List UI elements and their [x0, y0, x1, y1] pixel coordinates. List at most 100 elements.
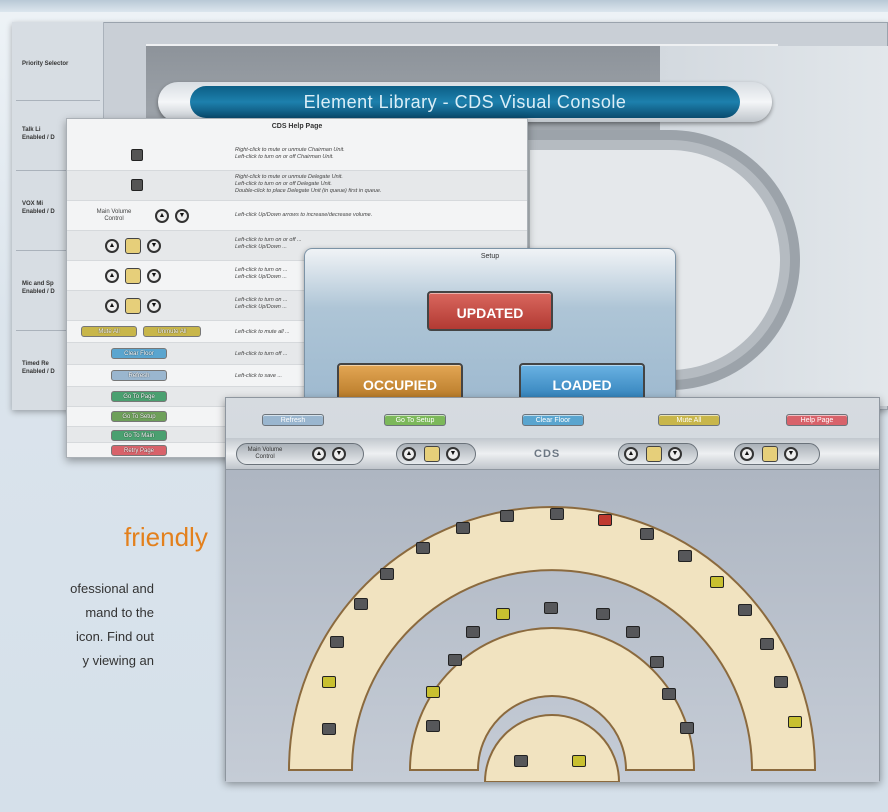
- up-icon[interactable]: ▲: [624, 447, 638, 461]
- delegate-mic-icon[interactable]: [650, 656, 664, 668]
- main-volume-label: Main Volume Control: [96, 209, 132, 222]
- refresh-button[interactable]: Refresh: [262, 414, 324, 426]
- delegate-mic-icon[interactable]: [456, 522, 470, 534]
- help-desc: Right-click to mute or unmute Delegate U…: [235, 174, 382, 194]
- chairman-mic-icon[interactable]: [598, 514, 612, 526]
- vox-sub: Enabled / D: [22, 209, 55, 215]
- down-icon[interactable]: ▼: [668, 447, 682, 461]
- up-icon[interactable]: ▲: [105, 269, 119, 283]
- delegate-mic-icon[interactable]: [466, 626, 480, 638]
- down-icon[interactable]: ▼: [147, 239, 161, 253]
- up-icon[interactable]: ▲: [402, 447, 416, 461]
- delegate-mic-icon[interactable]: [426, 720, 440, 732]
- delegate-mic-icon[interactable]: [738, 604, 752, 616]
- clear-floor-button[interactable]: Clear Floor: [522, 414, 584, 426]
- delegate-mic-icon[interactable]: [354, 598, 368, 610]
- delegate-mic-icon[interactable]: [380, 568, 394, 580]
- down-icon[interactable]: ▼: [147, 299, 161, 313]
- mute-all-button[interactable]: Mute All: [81, 326, 137, 337]
- list-icon[interactable]: [125, 298, 141, 314]
- pattern-icon[interactable]: [125, 268, 141, 284]
- help-row-chairman: Right-click to mute or unmute Chairman U…: [67, 141, 527, 171]
- talk-limit-text: Talk Li: [22, 127, 41, 133]
- wave-icon[interactable]: [646, 446, 662, 462]
- mic-speaker-sub: Enabled / D: [22, 289, 55, 295]
- timed-text: Timed Re: [22, 361, 49, 367]
- window-title: Element Library - CDS Visual Console: [190, 86, 740, 118]
- help-page-title: CDS Help Page: [271, 123, 323, 130]
- clear-floor-button[interactable]: Clear Floor: [111, 348, 167, 359]
- volume-up-icon[interactable]: ▲: [155, 209, 169, 223]
- marketing-heading: friendly: [124, 522, 208, 552]
- vox-text: VOX Mi: [22, 201, 44, 207]
- mic-speaker-text: Mic and Sp: [22, 281, 54, 287]
- delegate-mic-icon[interactable]: [640, 528, 654, 540]
- marketing-line: y viewing an: [82, 653, 154, 668]
- go-to-page-button[interactable]: Go To Page: [111, 391, 167, 402]
- wave-icon[interactable]: [125, 238, 141, 254]
- volume-up-icon[interactable]: ▲: [312, 447, 326, 461]
- down-icon[interactable]: ▼: [147, 269, 161, 283]
- center-arc: [483, 714, 621, 782]
- go-to-setup-button[interactable]: Go To Setup: [384, 414, 446, 426]
- delegate-mic-icon[interactable]: [330, 636, 344, 648]
- pattern-icon[interactable]: [424, 446, 440, 462]
- cds-label: CDS: [534, 448, 561, 460]
- help-row-delegate: Right-click to mute or unmute Delegate U…: [67, 171, 527, 201]
- delegate-mic-icon[interactable]: [448, 654, 462, 666]
- delegate-mic-icon[interactable]: [760, 638, 774, 650]
- marketing-line: ofessional and: [70, 581, 154, 596]
- delegate-mic-icon[interactable]: [131, 179, 143, 191]
- volume-down-icon[interactable]: ▼: [332, 447, 346, 461]
- delegate-mic-icon[interactable]: [596, 608, 610, 620]
- help-page-button[interactable]: Help Page: [786, 414, 848, 426]
- delegate-mic-icon[interactable]: [322, 676, 336, 688]
- delegate-mic-icon[interactable]: [500, 510, 514, 522]
- delegate-mic-icon[interactable]: [572, 755, 586, 767]
- delegate-mic-icon[interactable]: [426, 686, 440, 698]
- retry-page-button[interactable]: Retry Page: [111, 445, 167, 456]
- up-icon[interactable]: ▲: [105, 299, 119, 313]
- chairman-mic-icon[interactable]: [131, 149, 143, 161]
- up-icon[interactable]: ▲: [105, 239, 119, 253]
- priority-selector-label[interactable]: Priority Selector: [12, 60, 104, 68]
- divider: [16, 100, 100, 101]
- list-icon[interactable]: [762, 446, 778, 462]
- volume-down-icon[interactable]: ▼: [175, 209, 189, 223]
- mute-all-button[interactable]: Mute All: [658, 414, 720, 426]
- delegate-mic-icon[interactable]: [496, 608, 510, 620]
- delegate-mic-icon[interactable]: [788, 716, 802, 728]
- marketing-line: mand to the: [85, 605, 154, 620]
- main-volume-label: Main Volume Control: [247, 447, 283, 460]
- delegate-mic-icon[interactable]: [710, 576, 724, 588]
- delegate-mic-icon[interactable]: [774, 676, 788, 688]
- refresh-button[interactable]: Refresh: [111, 370, 167, 381]
- delegate-mic-icon[interactable]: [550, 508, 564, 520]
- help-desc: Left-click Up/Down arrows to increase/de…: [235, 212, 373, 218]
- setup-title: Setup: [480, 253, 500, 260]
- help-row-volume: Main Volume Control ▲ ▼ Left-click Up/Do…: [67, 201, 527, 231]
- delegate-mic-icon[interactable]: [416, 542, 430, 554]
- top-bar: [0, 0, 888, 12]
- setup-window: Setup UPDATED OCCUPIED LOADED: [304, 248, 676, 403]
- delegate-mic-icon[interactable]: [662, 688, 676, 700]
- delegate-mic-icon[interactable]: [544, 602, 558, 614]
- unmute-all-button[interactable]: Unmute All: [143, 326, 201, 337]
- delegate-mic-icon[interactable]: [680, 722, 694, 734]
- delegate-mic-icon[interactable]: [514, 755, 528, 767]
- control-bar: Main Volume Control ▲ ▼ ▲ ▼ CDS ▲ ▼ ▲ ▼: [226, 438, 879, 470]
- room-floor: [226, 470, 879, 782]
- timed-sub: Enabled / D: [22, 369, 55, 375]
- updated-button[interactable]: UPDATED: [427, 291, 553, 331]
- delegate-mic-icon[interactable]: [626, 626, 640, 638]
- go-to-main-button[interactable]: Go To Main: [111, 430, 167, 441]
- up-icon[interactable]: ▲: [740, 447, 754, 461]
- down-icon[interactable]: ▼: [446, 447, 460, 461]
- front-console-window: Refresh Go To Setup Clear Floor Mute All…: [225, 397, 880, 782]
- talk-limit-sub: Enabled / D: [22, 135, 55, 141]
- delegate-mic-icon[interactable]: [322, 723, 336, 735]
- down-icon[interactable]: ▼: [784, 447, 798, 461]
- help-desc: Right-click to mute or unmute Chairman U…: [235, 147, 345, 160]
- go-to-setup-button[interactable]: Go To Setup: [111, 411, 167, 422]
- delegate-mic-icon[interactable]: [678, 550, 692, 562]
